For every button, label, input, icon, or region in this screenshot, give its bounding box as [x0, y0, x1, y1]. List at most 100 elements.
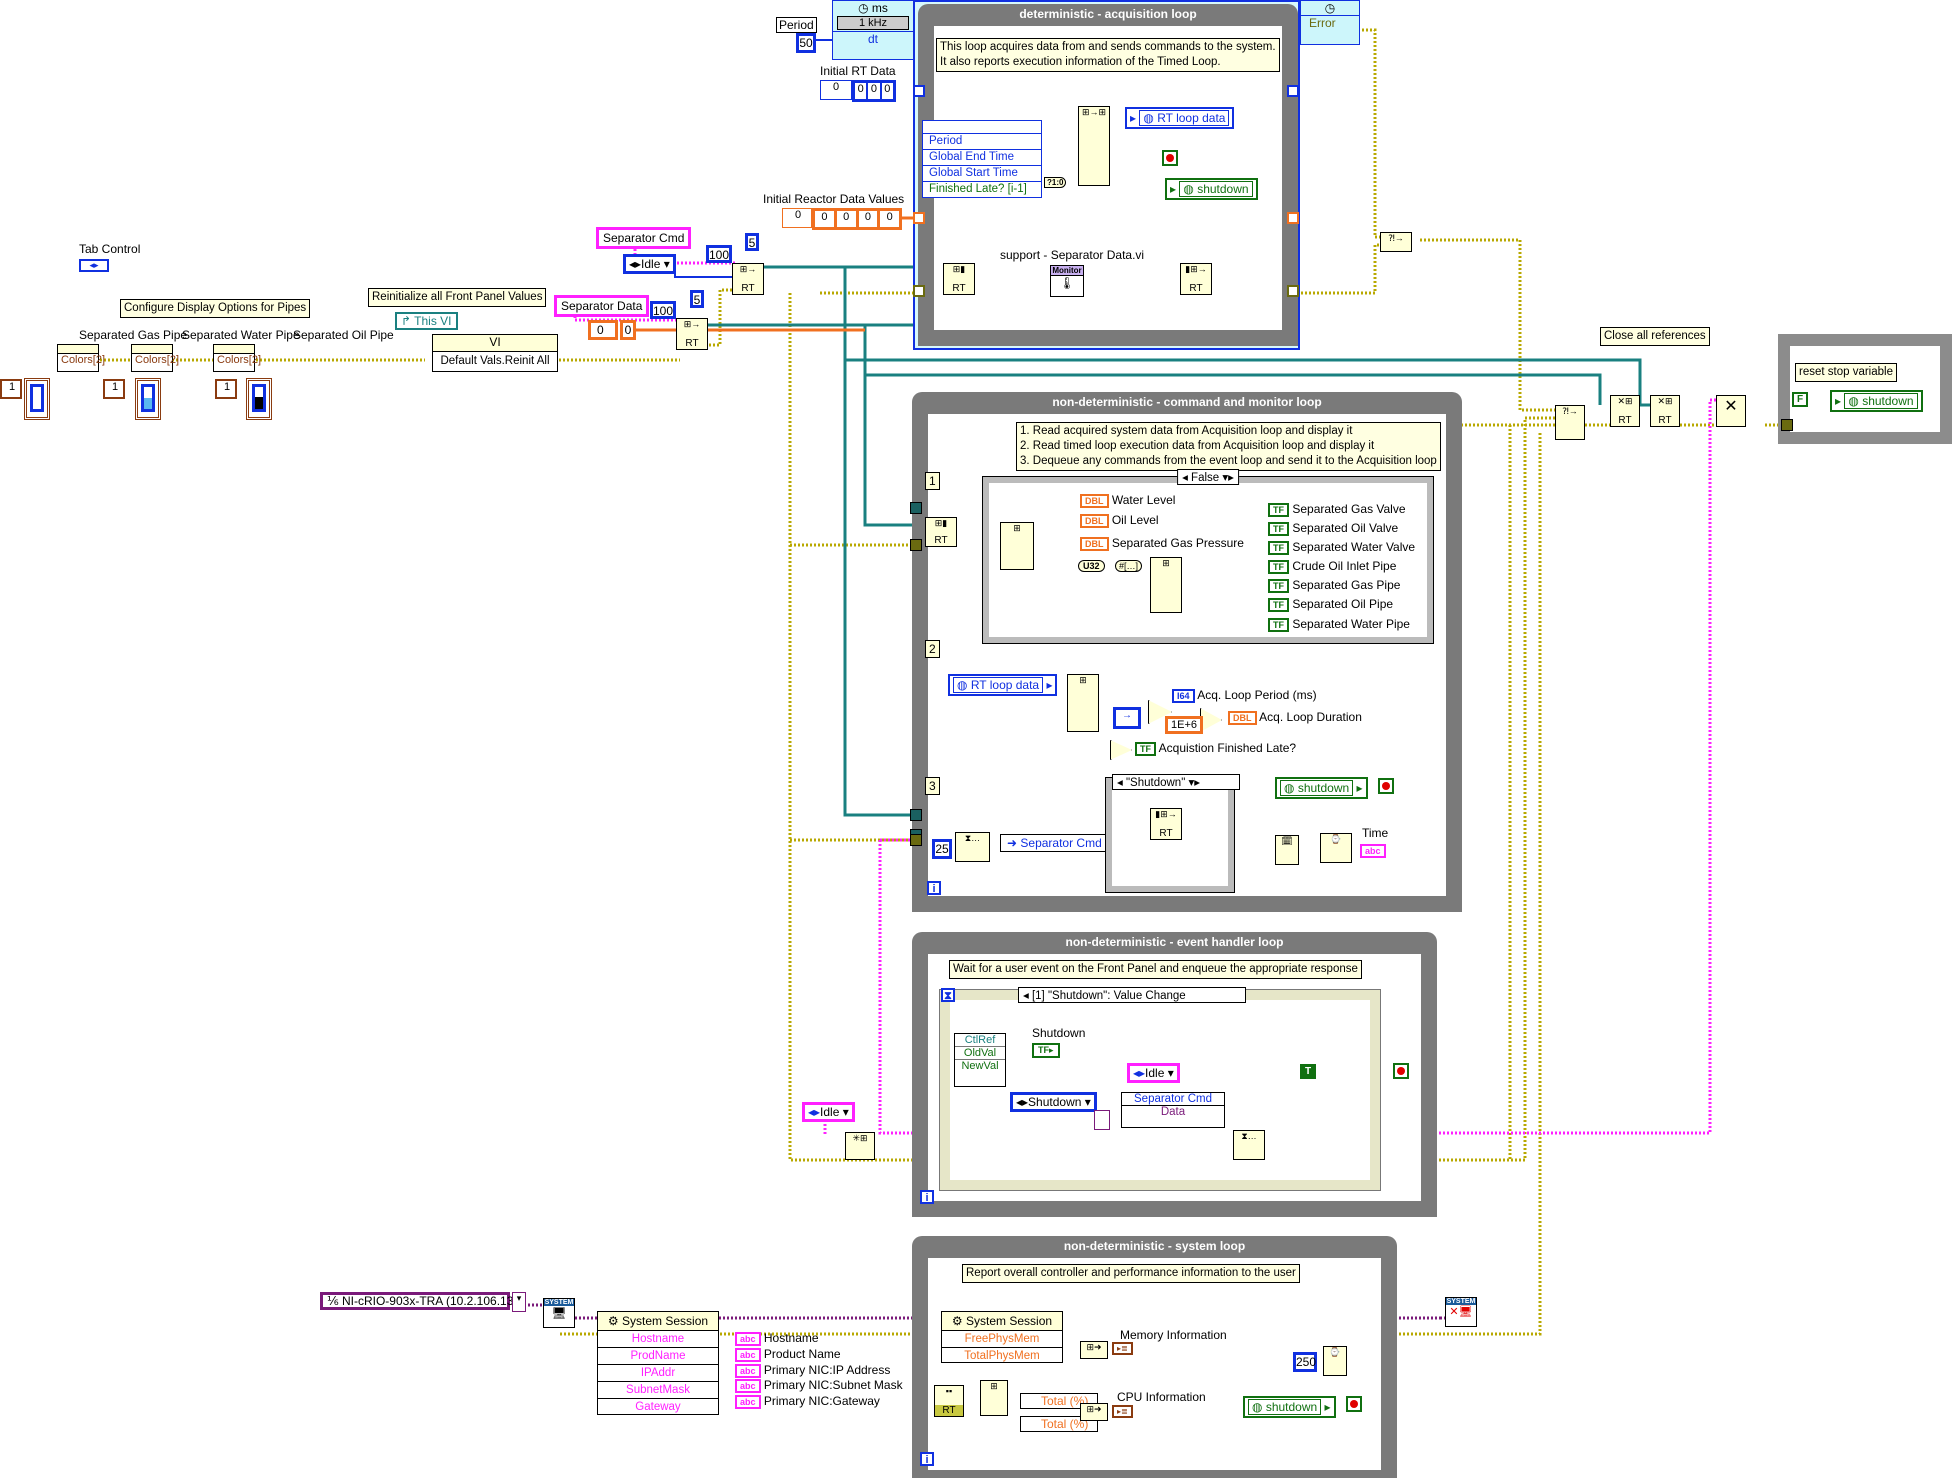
stop-terminal-event[interactable] [1393, 1063, 1409, 1079]
dequeue-timeout-constant[interactable]: 25 [932, 839, 952, 859]
acq-finished-late-indicator[interactable]: TF Acquistion Finished Late? [1135, 741, 1296, 756]
cmd-queue-five[interactable]: 5 [745, 233, 759, 251]
gateway-indicator[interactable]: abc Primary NIC:Gateway [735, 1394, 880, 1409]
gas-pressure-indicator[interactable]: DBL Separated Gas Pressure [1080, 536, 1244, 551]
crude-oil-inlet-indicator[interactable]: TF Crude Oil Inlet Pipe [1268, 559, 1396, 574]
enqueue-cmd-node[interactable]: ▮⊞→ RT [1150, 808, 1182, 840]
get-date-time-node[interactable]: 🗓 [1275, 835, 1299, 865]
timed-loop-input-node[interactable]: ◷ ms 1 kHz dt [832, 0, 914, 60]
initial-reactor-index[interactable]: 0 [782, 208, 812, 228]
event-data-node[interactable]: CtlRef OldVal NewVal [954, 1033, 1006, 1087]
obtain-cmd-queue-node[interactable]: ⊞→ RT [732, 263, 764, 295]
oil-level-indicator[interactable]: DBL Oil Level [1080, 513, 1159, 528]
build-array-cpu-node[interactable]: ⊞➜ [1080, 1403, 1108, 1421]
shutdown-shared-variable-acq[interactable]: ▸ ◍ shutdown [1165, 178, 1258, 200]
water-valve-indicator[interactable]: TF Separated Water Valve [1268, 540, 1415, 555]
rt-loop-data-shared-variable-read[interactable]: ◍ RT loop data ▸ [948, 674, 1058, 696]
idle-enum-outer[interactable]: ◂▸Idle ▾ [802, 1102, 855, 1122]
separator-data-queue-name[interactable]: Separator Data [554, 295, 650, 317]
close-system-session-node[interactable]: SYSTEM ✕🖥 [1445, 1297, 1477, 1327]
colors-property-node-oil[interactable]: Colors[2] [213, 344, 261, 372]
false-constant[interactable]: F [1792, 392, 1809, 407]
rt-loop-data-shared-variable[interactable]: ▸ ◍ RT loop data [1125, 107, 1235, 129]
unbundle-separator-cmd[interactable]: ➜ Separator Cmd [1000, 834, 1109, 852]
merge-errors-node-top[interactable]: ⁈→ [1380, 232, 1412, 252]
acq-loop-duration-indicator[interactable]: DBL Acq. Loop Duration [1228, 710, 1362, 725]
cpu-usage-node[interactable]: ▪▪ RT [934, 1385, 964, 1417]
u32-conversion[interactable]: U32 [1078, 560, 1105, 572]
stop-terminal-cmd[interactable] [1378, 778, 1394, 794]
colors-property-node-water[interactable]: Colors[2] [131, 344, 179, 372]
cmd-queue-size[interactable]: 100 [706, 245, 732, 263]
target-dropdown-button[interactable]: ▾ [512, 1292, 526, 1312]
wait-ms-constant[interactable]: 250 [1293, 1352, 1317, 1372]
stop-terminal-acq[interactable] [1162, 150, 1178, 166]
number-to-bool-array[interactable]: #[…] [1115, 560, 1143, 572]
dequeue-cmd-node[interactable]: ⊞▮ RT [943, 263, 975, 295]
oil-pipe-indicator[interactable]: TF Separated Oil Pipe [1268, 597, 1393, 612]
invoke-node-reinit[interactable]: VI Default Vals.Reinit All [432, 334, 558, 372]
dequeue-data-node[interactable]: ⊞▮ RT [925, 517, 957, 547]
true-constant[interactable]: T [1300, 1064, 1317, 1079]
water-level-indicator[interactable]: DBL Water Level [1080, 493, 1175, 508]
period-constant[interactable]: 50 [796, 33, 816, 53]
data-array-value[interactable]: 0 [620, 320, 636, 340]
unbundle-rt-data-node[interactable]: ⊞ [1067, 674, 1099, 732]
obtain-data-queue-node[interactable]: ⊞→ RT [676, 318, 708, 350]
separator-cmd-queue-name[interactable]: Separator Cmd [596, 227, 692, 249]
one-e6-constant[interactable]: 1E+6 [1165, 716, 1203, 734]
color-array-oil[interactable] [246, 378, 272, 420]
event-selector[interactable]: ◂ [1] "Shutdown": Value Change [1018, 987, 1246, 1003]
tab-control-terminal[interactable]: ◂▸ [79, 259, 109, 272]
system-session-property-node[interactable]: ⚙ System Session Hostname ProdName IPAdd… [597, 1311, 719, 1415]
shutdown-shared-variable-reset[interactable]: ▸ ◍ shutdown [1830, 390, 1923, 412]
memory-information-indicator[interactable]: ▸≣ [1112, 1342, 1133, 1355]
variant-constant[interactable] [1094, 1110, 1110, 1130]
dequeue-element-node[interactable]: ⧗… [955, 832, 990, 862]
data-array-index[interactable]: 0 [588, 320, 618, 340]
obtain-event-queue-node[interactable]: ✳⊞ [845, 1132, 875, 1160]
hostname-indicator[interactable]: abc Hostname [735, 1331, 819, 1346]
water-pipe-indicator[interactable]: TF Separated Water Pipe [1268, 617, 1410, 632]
color-array-gas[interactable] [24, 378, 50, 420]
acq-loop-period-indicator[interactable]: I64 Acq. Loop Period (ms) [1172, 688, 1317, 703]
bundle-by-name-node[interactable]: Separator Cmd Data [1121, 1092, 1225, 1128]
color-array-water[interactable] [135, 378, 161, 420]
initial-rt-array[interactable]: 0 0 0 [852, 80, 896, 102]
merge-errors-node[interactable]: ⁈→ [1555, 405, 1585, 440]
wait-ms-node[interactable]: ⌚ [1323, 1346, 1347, 1376]
enqueue-data-node[interactable]: ▮⊞→ RT [1180, 263, 1212, 295]
timed-loop-output-node[interactable]: ◷ Error [1300, 0, 1360, 45]
timestamp-convert-node[interactable]: → [1113, 707, 1141, 729]
idle-enum-constant[interactable]: ◂▸Idle ▾ [623, 254, 676, 274]
data-queue-five[interactable]: 5 [690, 290, 704, 308]
color-array-index-oil[interactable]: 1 [215, 379, 237, 399]
idle-enum-event[interactable]: ◂▸Idle ▾ [1127, 1063, 1180, 1083]
ip-address-indicator[interactable]: abc Primary NIC:IP Address [735, 1363, 890, 1378]
time-indicator[interactable]: abc [1360, 843, 1386, 858]
shutdown-enum-constant[interactable]: ◂▸Shutdown ▾ [1010, 1092, 1097, 1112]
data-queue-size[interactable]: 100 [650, 301, 676, 319]
release-event-queue-node[interactable]: ✕ [1716, 395, 1746, 427]
stop-terminal-system[interactable] [1346, 1396, 1362, 1412]
colors-property-node-gas[interactable]: Colors[2] [57, 344, 105, 372]
shutdown-button-terminal[interactable]: TF▸ [1032, 1043, 1060, 1058]
case-selector-false[interactable]: ◂ False ▾▸ [1177, 469, 1239, 485]
color-array-index-water[interactable]: 1 [103, 379, 125, 399]
separator-data-subvi[interactable]: Monitor 🌡 [1050, 265, 1084, 297]
release-data-queue-node[interactable]: ✕⊞ RT [1610, 395, 1640, 427]
release-cmd-queue-node[interactable]: ✕⊞ RT [1650, 395, 1680, 427]
build-array-memory-node[interactable]: ⊞➜ [1080, 1341, 1108, 1359]
target-selector[interactable]: ⅙ NI-cRIO-903x-TRA (10.2.106.133) [320, 1292, 524, 1310]
shutdown-shared-variable-cmd[interactable]: ◍ shutdown ▸ [1275, 777, 1368, 799]
initial-rt-index[interactable]: 0 [820, 80, 852, 100]
unbundle-data-node[interactable]: ⊞ [1000, 522, 1034, 570]
cpu-information-indicator[interactable]: ▸≣ [1112, 1405, 1133, 1418]
subnet-mask-indicator[interactable]: abc Primary NIC:Subnet Mask [735, 1378, 903, 1393]
case-selector-shutdown[interactable]: ◂ "Shutdown" ▾▸ [1112, 774, 1240, 790]
color-array-index-gas[interactable]: 1 [0, 379, 22, 399]
bool-to-int-node[interactable]: ?1:0 [1044, 177, 1067, 188]
gas-pipe-indicator[interactable]: TF Separated Gas Pipe [1268, 578, 1400, 593]
product-name-indicator[interactable]: abc Product Name [735, 1347, 841, 1362]
unbundle-bool-node[interactable]: ⊞ [1150, 557, 1182, 613]
